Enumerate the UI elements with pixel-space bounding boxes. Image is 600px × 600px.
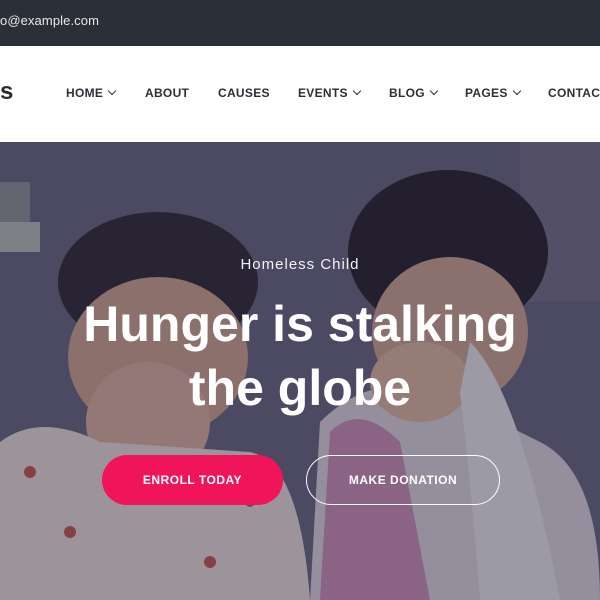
hero-headline: Hunger is stalking the globe [0, 292, 600, 420]
nav-blog[interactable]: BLOG [389, 86, 439, 100]
chevron-down-icon [352, 86, 362, 96]
contact-email-link[interactable]: o@example.com [0, 13, 99, 28]
nav-contact-label: CONTACT [548, 86, 600, 100]
nav-about-label: ABOUT [145, 86, 190, 100]
nav-contact[interactable]: CONTACT [548, 86, 600, 100]
nav-events-label: EVENTS [298, 86, 348, 100]
nav-home-label: HOME [66, 86, 104, 100]
enroll-today-button[interactable]: ENROLL TODAY [102, 455, 283, 505]
chevron-down-icon [107, 86, 117, 96]
hero-headline-line-2: the globe [188, 360, 412, 416]
make-donation-button[interactable]: MAKE DONATION [306, 455, 500, 505]
enroll-today-label: ENROLL TODAY [142, 473, 243, 487]
nav-home[interactable]: HOME [66, 86, 117, 100]
nav-events[interactable]: EVENTS [298, 86, 362, 100]
top-bar: o@example.com [0, 0, 600, 46]
nav-pages-label: PAGES [465, 86, 508, 100]
nav-causes-label: CAUSES [218, 86, 270, 100]
hero-section: Homeless Child Hunger is stalking the gl… [0, 142, 600, 600]
hero-subtitle: Homeless Child [240, 256, 360, 273]
make-donation-label: MAKE DONATION [348, 473, 458, 487]
chevron-down-icon [512, 86, 521, 96]
site-logo[interactable]: s [0, 78, 13, 106]
site-header: s HOME ABOUT CAUSES EVENTS BLOG PAGES CO… [0, 46, 600, 142]
chevron-down-icon [429, 86, 439, 96]
nav-pages[interactable]: PAGES [465, 86, 521, 100]
nav-about[interactable]: ABOUT [145, 86, 189, 100]
nav-blog-label: BLOG [389, 86, 425, 100]
hero-headline-line-1: Hunger is stalking [83, 296, 517, 352]
nav-causes[interactable]: CAUSES [218, 86, 270, 100]
